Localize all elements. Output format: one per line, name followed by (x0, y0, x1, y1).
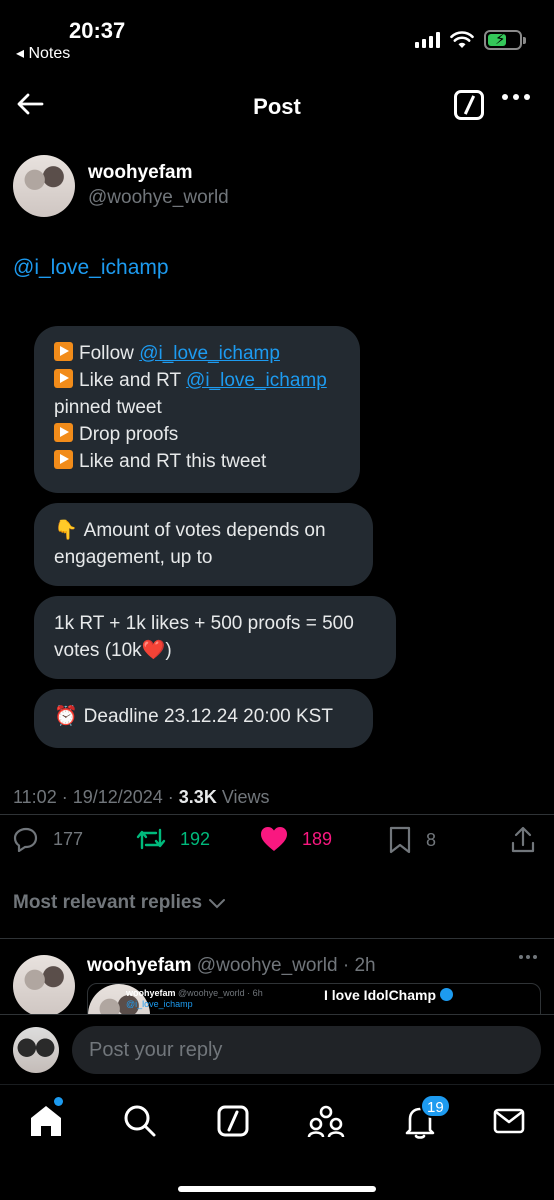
bubble-text-suffix: ) (165, 640, 172, 661)
status-icons: ⚡ (415, 30, 526, 50)
reply-author-handle[interactable]: @woohye_world · 2h (192, 955, 376, 976)
instruction-text: Drop proofs (79, 424, 179, 445)
author-handle[interactable]: @woohye_world (88, 185, 229, 211)
bookmark-button[interactable]: 8 (388, 826, 436, 854)
notifications-badge: 19 (420, 1094, 451, 1118)
instruction-text: pinned tweet (54, 397, 162, 418)
divider (0, 814, 554, 815)
heart-icon (261, 827, 287, 851)
bubble-text: Amount of votes depends on engagement, u… (54, 520, 326, 568)
reply-button[interactable]: 177 (13, 826, 83, 852)
repost-icon (136, 828, 166, 850)
home-unread-dot (54, 1097, 63, 1106)
avatar[interactable] (13, 1027, 59, 1073)
instruction-text: Like and RT this tweet (79, 451, 267, 472)
bottom-tab-bar: 19 (0, 1084, 554, 1200)
more-options-icon[interactable] (519, 955, 537, 959)
battery-icon: ⚡ (484, 30, 526, 50)
post-actions: 177 192 189 8 (0, 826, 554, 866)
mention-link[interactable]: @i_love_ichamp (186, 370, 327, 391)
bookmark-count: 8 (426, 829, 437, 850)
reply-icon (13, 827, 38, 852)
replies-sort-dropdown[interactable]: Most relevant replies (13, 892, 226, 914)
message-bubble-amount: 👇 Amount of votes depends on engagement, … (34, 503, 373, 586)
chevron-down-icon (209, 899, 226, 909)
message-bubble-deadline: ⏰ Deadline 23.12.24 20:00 KST (34, 689, 373, 748)
reply-composer (0, 1014, 554, 1084)
play-button-emoji-icon (54, 423, 73, 442)
play-button-emoji-icon (54, 450, 73, 469)
views-count[interactable]: 3.3K (179, 787, 217, 807)
repost-count: 192 (180, 828, 211, 849)
mention-link[interactable]: @i_love_ichamp (13, 256, 169, 280)
mention-link[interactable]: @i_love_ichamp (139, 343, 280, 364)
reply-author-name[interactable]: woohyefam (87, 955, 192, 976)
replies-sort-label: Most relevant replies (13, 892, 203, 913)
home-icon[interactable] (26, 1101, 66, 1141)
reply-item[interactable]: woohyefam @woohye_world · 2h woohyefam @… (13, 955, 543, 1015)
post-header: Post (0, 82, 554, 134)
divider (0, 938, 554, 939)
more-options-icon[interactable] (502, 94, 530, 100)
instruction-text: Follow (79, 343, 140, 364)
status-time: 20:37 (69, 18, 126, 43)
avatar[interactable] (13, 155, 75, 217)
repost-button[interactable]: 192 (136, 826, 210, 852)
quote-author: woohyefam @woohye_world · 6h (126, 988, 263, 998)
communities-icon[interactable] (306, 1101, 346, 1141)
message-bubble-instructions: Follow @i_love_ichamp Like and RT @i_lov… (34, 326, 360, 493)
share-button[interactable] (510, 826, 536, 854)
pointing-down-icon: 👇 (54, 520, 78, 541)
instruction-text: Like and RT (79, 370, 187, 391)
signal-icon (415, 32, 440, 48)
like-count: 189 (302, 828, 333, 849)
bubble-text: Deadline 23.12.24 20:00 KST (83, 706, 333, 727)
messages-icon[interactable] (489, 1101, 529, 1141)
author-name[interactable]: woohyefam (88, 161, 229, 185)
like-button[interactable]: 189 (260, 826, 332, 852)
quoted-media[interactable]: woohyefam @woohye_world · 6h @i_love_ich… (87, 983, 541, 1015)
bubble-text: 1k RT + 1k likes + 500 proofs = 500 vote… (54, 613, 354, 661)
search-icon[interactable] (120, 1101, 160, 1141)
heart-emoji-icon: ❤️ (141, 640, 166, 661)
wifi-icon (450, 31, 474, 48)
share-icon (511, 826, 535, 853)
avatar[interactable] (13, 955, 75, 1015)
reply-count: 177 (53, 828, 84, 849)
reply-input[interactable] (72, 1026, 541, 1074)
post-author[interactable]: woohyefam @woohye_world (13, 155, 229, 217)
back-to-notes[interactable]: ◂ Notes (16, 43, 70, 63)
grok-icon[interactable] (213, 1101, 253, 1141)
post-timestamp: 11:02 · 19/12/2024 · (13, 787, 179, 807)
alarm-clock-icon: ⏰ (54, 706, 78, 727)
message-bubble-formula: 1k RT + 1k likes + 500 proofs = 500 vote… (34, 596, 396, 679)
verified-badge-icon (439, 988, 453, 1001)
play-button-emoji-icon (54, 342, 73, 361)
bookmark-icon (389, 826, 411, 854)
play-button-emoji-icon (54, 369, 73, 388)
post-meta: 11:02 · 19/12/2024 · 3.3K Views (13, 787, 270, 808)
reply-header: woohyefam @woohye_world · 2h (87, 955, 376, 977)
quote-title: I love IdolChamp (324, 987, 453, 1003)
home-indicator (178, 1186, 376, 1192)
grok-icon[interactable] (454, 90, 484, 120)
quote-mention: @i_love_ichamp (126, 999, 193, 1009)
views-label: Views (216, 787, 270, 807)
